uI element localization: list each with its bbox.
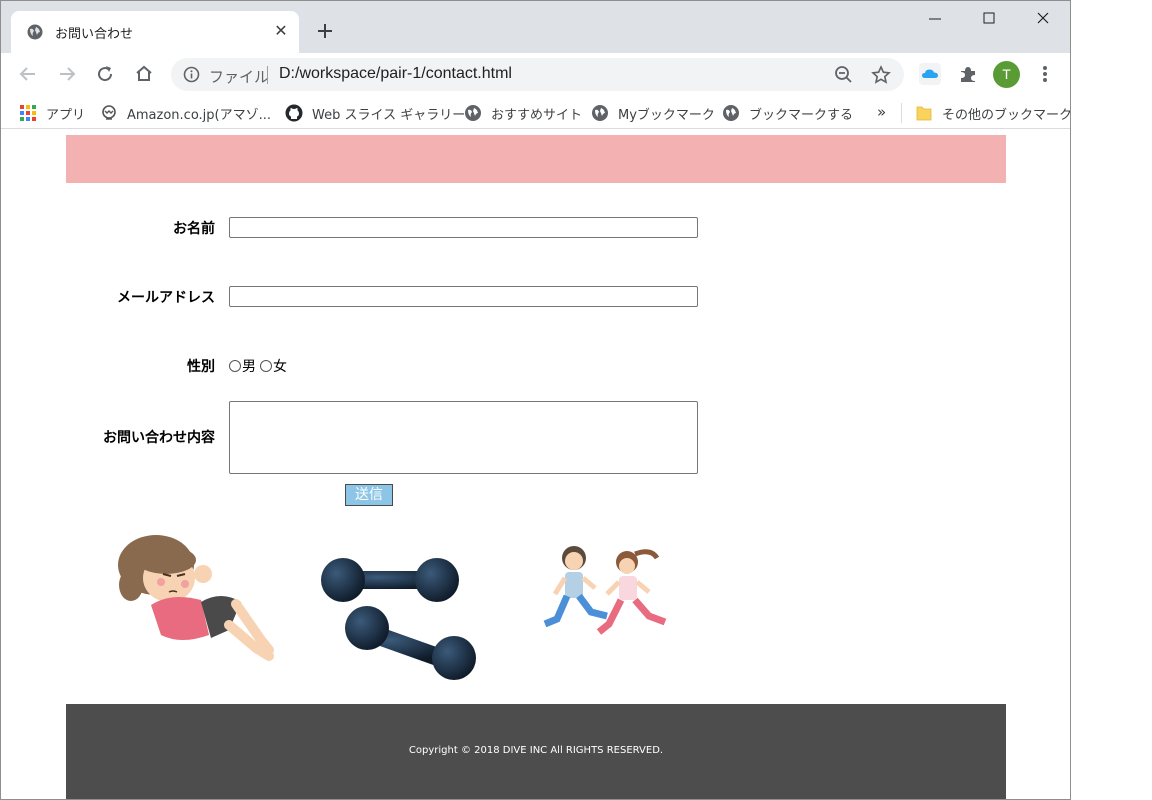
globe-icon <box>465 105 481 121</box>
toolbar: ファイル D:/workspace/pair-1/contact.html T <box>1 53 1070 95</box>
message-label: お問い合わせ内容 <box>103 430 215 446</box>
bookmark-star-icon[interactable] <box>870 64 892 86</box>
gender-label: 性別 <box>187 359 215 375</box>
name-field[interactable] <box>229 217 698 238</box>
bookmark-web-slice-gallery[interactable]: Web スライス ギャラリー <box>285 103 465 123</box>
email-label: メールアドレス <box>117 290 215 306</box>
running-kids-illustration <box>543 546 667 635</box>
bookmark-label: ブックマークする <box>749 107 854 123</box>
bookmark-label: Myブックマーク <box>618 107 715 123</box>
bookmark-amazon[interactable]: Amazon.co.jp(アマゾ... <box>100 103 271 123</box>
new-tab-icon[interactable] <box>313 19 337 43</box>
globe-icon <box>592 105 608 121</box>
extensions-puzzle-icon[interactable] <box>957 63 979 85</box>
info-icon[interactable] <box>183 66 200 83</box>
illustration-row <box>1 530 1070 690</box>
minimize-icon[interactable] <box>908 1 962 35</box>
bookmark-add-bookmark[interactable]: ブックマークする <box>722 103 853 123</box>
globe-icon <box>723 105 739 121</box>
bookmark-label: アプリ <box>46 107 86 123</box>
bookmarks-bar: アプリ Amazon.co.jp(アマゾ... Web スライス ギャラリー お… <box>1 95 1070 129</box>
message-textarea[interactable] <box>229 401 698 474</box>
amazon-icon <box>102 105 116 120</box>
close-window-icon[interactable] <box>1016 1 1070 35</box>
scheme-label: ファイル <box>209 68 270 86</box>
github-icon <box>285 104 303 122</box>
tab-contact[interactable]: お問い合わせ ✕ <box>11 11 299 53</box>
tab-title: お問い合わせ <box>55 27 134 42</box>
back-arrow-icon[interactable] <box>15 61 41 87</box>
submit-button[interactable]: 送信 <box>345 484 393 506</box>
bookmark-other-folder[interactable]: その他のブックマーク <box>915 103 1071 123</box>
tab-strip: お問い合わせ ✕ <box>1 1 1070 53</box>
dumbbells-illustration <box>321 558 476 680</box>
page-header-band <box>66 135 1006 183</box>
url-text[interactable]: D:/workspace/pair-1/contact.html <box>279 65 512 83</box>
bookmark-label: おすすめサイト <box>491 107 583 123</box>
reload-icon[interactable] <box>92 61 118 87</box>
bookmark-apps[interactable]: アプリ <box>19 103 85 123</box>
address-bar[interactable]: ファイル D:/workspace/pair-1/contact.html <box>171 58 904 91</box>
kebab-menu-icon[interactable] <box>1035 63 1055 85</box>
situp-illustration <box>118 535 274 661</box>
copyright-text: Copyright © 2018 DIVE INC All RIGHTS RES… <box>408 745 664 756</box>
name-label: お名前 <box>173 221 215 237</box>
browser-window: お問い合わせ ✕ ファイル D:/workspace/pair-1/contac… <box>0 0 1071 800</box>
gender-female-radio[interactable] <box>260 360 272 372</box>
folder-icon <box>916 106 932 121</box>
bookmark-my-bookmarks[interactable]: Myブックマーク <box>591 103 715 123</box>
home-icon[interactable] <box>131 61 157 87</box>
zoom-out-icon[interactable] <box>833 64 855 86</box>
gender-female-label: 女 <box>273 359 287 375</box>
page-footer: Copyright © 2018 DIVE INC All RIGHTS RES… <box>66 704 1006 799</box>
bookmark-label: その他のブックマーク <box>942 107 1071 123</box>
bookmark-recommended-sites[interactable]: おすすめサイト <box>464 103 582 123</box>
maximize-icon[interactable] <box>962 1 1016 35</box>
gender-male-radio[interactable] <box>229 360 241 372</box>
globe-icon <box>27 24 43 40</box>
profile-avatar[interactable]: T <box>993 61 1020 88</box>
gender-male-label: 男 <box>242 359 256 375</box>
cloud-extension-icon[interactable] <box>919 63 941 85</box>
forward-arrow-icon[interactable] <box>54 61 80 87</box>
bookmarks-divider <box>901 103 902 123</box>
bookmark-label: Amazon.co.jp(アマゾ... <box>127 107 272 123</box>
bookmark-label: Web スライス ギャラリー <box>312 107 466 123</box>
email-field[interactable] <box>229 286 698 307</box>
bookmarks-overflow-chevron[interactable]: » <box>877 103 886 121</box>
page-content: お名前 メールアドレス 性別 男 女 お問い合わせ内容 送信 Copyright… <box>1 130 1070 799</box>
close-tab-icon[interactable]: ✕ <box>271 21 291 41</box>
apps-grid-icon <box>20 105 36 121</box>
gender-radio-group: 男 女 <box>229 356 287 376</box>
omnibox-divider <box>267 66 268 84</box>
